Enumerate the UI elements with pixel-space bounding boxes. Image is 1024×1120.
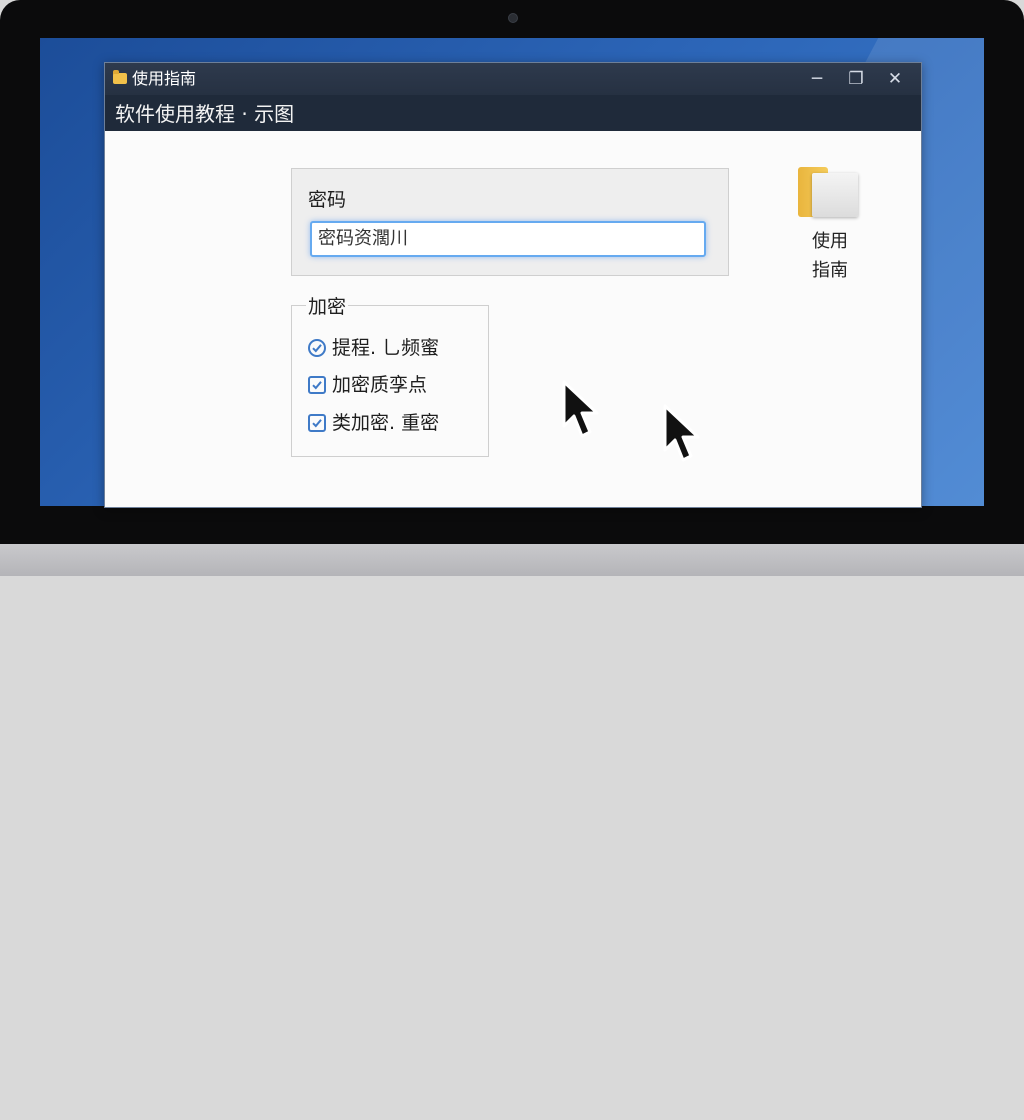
close-button[interactable]: ✕ bbox=[877, 65, 913, 93]
window-content: 密码 加密 提程. 乚频蜜 加密质孪点 类加密. 重密 bbox=[105, 131, 921, 507]
mouse-pointer-icon bbox=[562, 380, 599, 438]
password-group: 密码 bbox=[291, 168, 729, 276]
title-bar[interactable]: 使用指南 ─ ❐ ✕ bbox=[105, 63, 921, 95]
checkbox-checked-icon[interactable] bbox=[308, 414, 326, 432]
checkbox-checked-icon[interactable] bbox=[308, 376, 326, 394]
folder-label: 使用 指南 bbox=[812, 231, 848, 281]
folder-icon bbox=[798, 167, 862, 219]
encryption-option-1[interactable]: 提程. 乚频蜜 bbox=[308, 336, 439, 360]
minimize-button[interactable]: ─ bbox=[799, 65, 835, 93]
option-label: 加密质孪点 bbox=[332, 374, 428, 396]
password-label: 密码 bbox=[308, 189, 347, 211]
password-input[interactable] bbox=[310, 221, 706, 257]
page-title: 软件使用教程 · 示图 bbox=[115, 102, 295, 126]
window-title: 使用指南 bbox=[132, 69, 197, 88]
app-window: 使用指南 ─ ❐ ✕ 软件使用教程 · 示图 密码 加密 提程. 乚频蜜 加密质… bbox=[104, 62, 922, 508]
monitor-chin bbox=[0, 544, 1024, 576]
folder-icon bbox=[113, 70, 127, 84]
option-label: 类加密. 重密 bbox=[332, 412, 440, 434]
desktop-folder-shortcut[interactable]: 使用 指南 bbox=[795, 167, 865, 281]
apple-logo-icon bbox=[498, 1100, 526, 1120]
header-bar: 软件使用教程 · 示图 bbox=[105, 95, 921, 131]
encryption-option-2[interactable]: 加密质孪点 bbox=[308, 373, 427, 397]
maximize-button[interactable]: ❐ bbox=[838, 65, 874, 93]
encryption-legend: 加密 bbox=[306, 292, 349, 319]
camera-icon bbox=[508, 13, 518, 23]
check-circle-icon[interactable] bbox=[308, 339, 326, 357]
option-label: 提程. 乚频蜜 bbox=[332, 337, 440, 359]
mouse-pointer-icon bbox=[663, 404, 700, 462]
encryption-option-3[interactable]: 类加密. 重密 bbox=[308, 411, 439, 435]
encryption-group: 加密 提程. 乚频蜜 加密质孪点 类加密. 重密 bbox=[291, 292, 489, 457]
